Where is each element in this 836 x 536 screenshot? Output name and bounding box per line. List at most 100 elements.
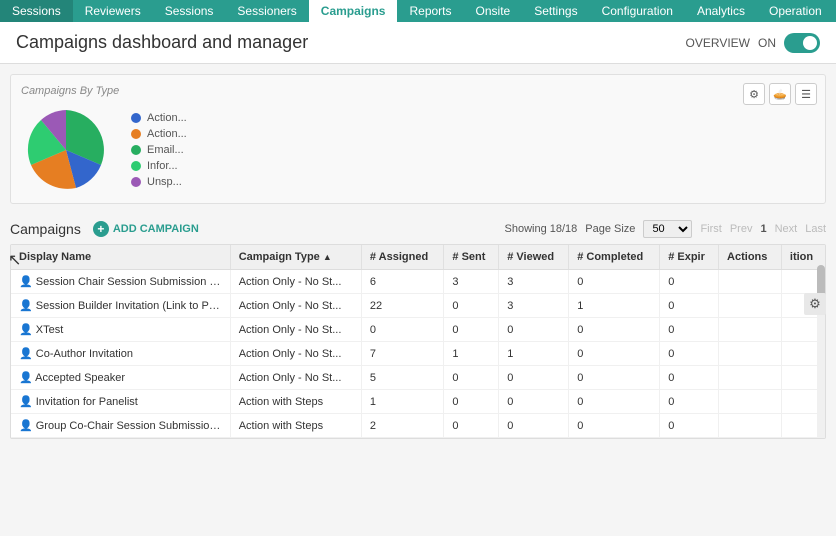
table-row[interactable]: 👤 Co-Author Invitation Action Only - No … bbox=[11, 342, 825, 366]
cell-sent: 0 bbox=[444, 294, 499, 318]
cell-expir: 0 bbox=[660, 366, 719, 390]
cell-viewed: 0 bbox=[499, 414, 569, 438]
cell-expir: 0 bbox=[660, 270, 719, 294]
cell-viewed: 1 bbox=[499, 342, 569, 366]
chart-legend: Action... Action... Email... Infor... Un… bbox=[131, 112, 187, 188]
col-campaign-type[interactable]: Campaign Type bbox=[230, 245, 361, 270]
nav-onsite[interactable]: Onsite bbox=[464, 0, 523, 22]
cell-name: 👤 Session Builder Invitation (Link to Po… bbox=[11, 294, 230, 318]
chart-list-button[interactable]: ☰ bbox=[795, 83, 817, 105]
next-page-button[interactable]: Next bbox=[775, 223, 798, 235]
cell-name: 👤 Session Chair Session Submission Editi… bbox=[11, 270, 230, 294]
cell-actions bbox=[719, 294, 782, 318]
nav-campaigns[interactable]: Campaigns bbox=[309, 0, 398, 22]
cell-name: 👤 Invitation for Panelist bbox=[11, 390, 230, 414]
cell-viewed: 0 bbox=[499, 318, 569, 342]
legend-item-2: Email... bbox=[131, 144, 187, 156]
cell-assigned: 1 bbox=[361, 390, 444, 414]
table-row[interactable]: 👤 Accepted Speaker Action Only - No St..… bbox=[11, 366, 825, 390]
legend-dot-0 bbox=[131, 113, 141, 123]
cell-completed: 0 bbox=[569, 414, 660, 438]
cell-expir: 0 bbox=[660, 390, 719, 414]
legend-dot-3 bbox=[131, 161, 141, 171]
col-viewed[interactable]: # Viewed bbox=[499, 245, 569, 270]
sort-icon bbox=[323, 251, 332, 263]
cell-expir: 0 bbox=[660, 342, 719, 366]
legend-dot-4 bbox=[131, 177, 141, 187]
first-page-button[interactable]: First bbox=[700, 223, 721, 235]
chart-settings-button[interactable]: ⚙ bbox=[743, 83, 765, 105]
table-row[interactable]: 👤 Session Chair Session Submission Editi… bbox=[11, 270, 825, 294]
legend-label-4: Unsp... bbox=[147, 176, 182, 188]
chart-controls: ⚙ 🥧 ☰ bbox=[743, 83, 817, 105]
cell-actions bbox=[719, 342, 782, 366]
cell-completed: 0 bbox=[569, 390, 660, 414]
col-sent[interactable]: # Sent bbox=[444, 245, 499, 270]
cell-viewed: 0 bbox=[499, 390, 569, 414]
add-campaign-button[interactable]: + ADD CAMPAIGN bbox=[93, 221, 199, 237]
table-row[interactable]: 👤 XTest Action Only - No St... 0 0 0 0 0 bbox=[11, 318, 825, 342]
cell-type: Action Only - No St... bbox=[230, 366, 361, 390]
header-bar: Campaigns dashboard and manager OVERVIEW… bbox=[0, 22, 836, 64]
campaigns-title: Campaigns bbox=[10, 221, 81, 237]
chart-section: Campaigns By Type ⚙ 🥧 ☰ Ac bbox=[10, 74, 826, 204]
nav-sessions[interactable]: Sessions bbox=[0, 0, 73, 22]
last-page-button[interactable]: Last bbox=[805, 223, 826, 235]
current-page: 1 bbox=[760, 223, 766, 235]
nav-sessioners[interactable]: Sessioners bbox=[225, 0, 308, 22]
cell-completed: 0 bbox=[569, 270, 660, 294]
table-settings-icon[interactable]: ⚙ bbox=[804, 293, 826, 315]
campaigns-table-wrapper: Display Name Campaign Type # Assigned # … bbox=[10, 244, 826, 439]
cell-sent: 0 bbox=[444, 414, 499, 438]
nav-operation[interactable]: Operation bbox=[757, 0, 834, 22]
legend-label-2: Email... bbox=[147, 144, 184, 156]
showing-count: Showing 18/18 bbox=[505, 223, 578, 235]
cell-type: Action with Steps bbox=[230, 390, 361, 414]
cell-type: Action Only - No St... bbox=[230, 294, 361, 318]
cell-sent: 0 bbox=[444, 366, 499, 390]
legend-label-0: Action... bbox=[147, 112, 187, 124]
legend-label-3: Infor... bbox=[147, 160, 178, 172]
table-row[interactable]: 👤 Invitation for Panelist Action with St… bbox=[11, 390, 825, 414]
toggle-on-label: ON bbox=[758, 36, 776, 50]
cell-name: 👤 Co-Author Invitation bbox=[11, 342, 230, 366]
cell-type: Action Only - No St... bbox=[230, 318, 361, 342]
col-actions[interactable]: Actions bbox=[719, 245, 782, 270]
col-completed[interactable]: # Completed bbox=[569, 245, 660, 270]
page-title: Campaigns dashboard and manager bbox=[16, 32, 308, 53]
cell-actions bbox=[719, 270, 782, 294]
col-assigned[interactable]: # Assigned bbox=[361, 245, 444, 270]
cell-name: 👤 Accepted Speaker bbox=[11, 366, 230, 390]
chart-content: Action... Action... Email... Infor... Un… bbox=[21, 105, 815, 195]
chart-pie-button[interactable]: 🥧 bbox=[769, 83, 791, 105]
page-size-label: Page Size bbox=[585, 223, 635, 235]
add-campaign-label: ADD CAMPAIGN bbox=[113, 223, 199, 235]
prev-page-button[interactable]: Prev bbox=[730, 223, 753, 235]
cell-viewed: 0 bbox=[499, 366, 569, 390]
campaigns-table: Display Name Campaign Type # Assigned # … bbox=[11, 245, 825, 438]
nav-settings[interactable]: Settings bbox=[522, 0, 589, 22]
header-controls: OVERVIEW ON bbox=[686, 33, 820, 53]
cell-name: 👤 XTest bbox=[11, 318, 230, 342]
cell-sent: 0 bbox=[444, 318, 499, 342]
add-campaign-icon: + bbox=[93, 221, 109, 237]
nav-reports[interactable]: Reports bbox=[397, 0, 463, 22]
legend-label-1: Action... bbox=[147, 128, 187, 140]
overview-toggle[interactable] bbox=[784, 33, 820, 53]
cell-assigned: 7 bbox=[361, 342, 444, 366]
cell-expir: 0 bbox=[660, 414, 719, 438]
table-row[interactable]: 👤 Group Co-Chair Session Submission View… bbox=[11, 414, 825, 438]
nav-configuration[interactable]: Configuration bbox=[590, 0, 685, 22]
cell-sent: 3 bbox=[444, 270, 499, 294]
nav-reviewers[interactable]: Reviewers bbox=[73, 0, 153, 22]
scrollbar-track[interactable] bbox=[817, 245, 825, 438]
table-row[interactable]: 👤 Session Builder Invitation (Link to Po… bbox=[11, 294, 825, 318]
top-navigation: Sessions Reviewers Sessions Sessioners C… bbox=[0, 0, 836, 22]
col-expir[interactable]: # Expir bbox=[660, 245, 719, 270]
nav-sessions2[interactable]: Sessions bbox=[153, 0, 226, 22]
page-size-select[interactable]: 50 25 100 bbox=[643, 220, 692, 238]
col-display-name[interactable]: Display Name bbox=[11, 245, 230, 270]
nav-analytics[interactable]: Analytics bbox=[685, 0, 757, 22]
cell-completed: 0 bbox=[569, 366, 660, 390]
campaigns-left: Campaigns + ADD CAMPAIGN bbox=[10, 221, 199, 237]
